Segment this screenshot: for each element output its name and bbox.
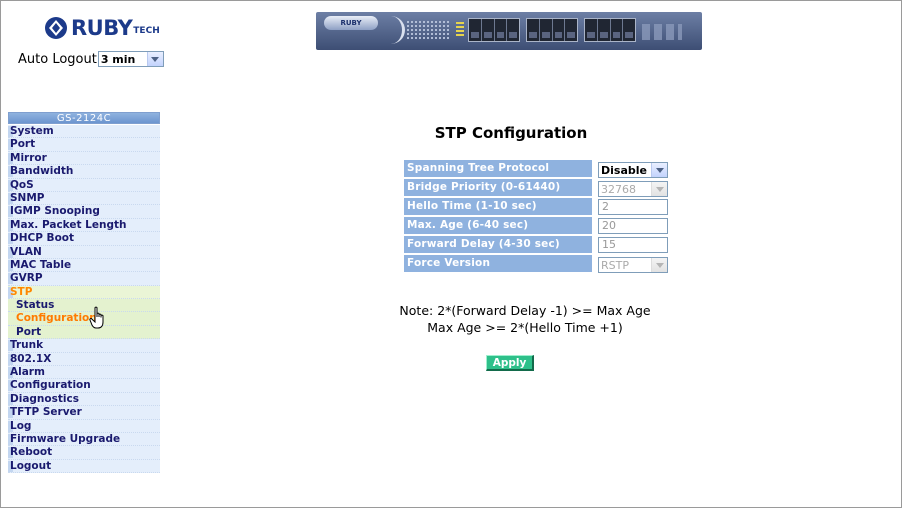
- stp-note: Note: 2*(Forward Delay -1) >= Max Age Ma…: [360, 302, 690, 336]
- note-line-1: Note: 2*(Forward Delay -1) >= Max Age: [399, 303, 651, 318]
- bridge-priority-select[interactable]: 32768: [598, 181, 668, 198]
- row-bridge-priority: Bridge Priority (0-61440) 32768: [404, 179, 668, 198]
- port-group-3: [584, 18, 636, 42]
- page-title: STP Configuration: [434, 124, 588, 142]
- ruby-gem-icon: [45, 17, 67, 39]
- sidebar-item-igmp-snooping[interactable]: IGMP Snooping: [8, 205, 160, 219]
- device-brand-label: RUBY: [324, 16, 378, 30]
- sidebar-item-alarm[interactable]: Alarm: [8, 366, 160, 380]
- sidebar-item-log[interactable]: Log: [8, 419, 160, 433]
- row-force-version: Force Version RSTP: [404, 255, 668, 274]
- sidebar-subitem-stp-configuration[interactable]: Configuration: [8, 312, 160, 326]
- sidebar-item-stp[interactable]: STP: [8, 285, 160, 300]
- auto-logout: Auto Logout 3 min: [18, 51, 164, 67]
- note-line-2: Max Age >= 2*(Hello Time +1): [427, 320, 623, 335]
- chevron-down-icon[interactable]: [651, 258, 667, 273]
- sidebar-item-dhcp-boot[interactable]: DHCP Boot: [8, 232, 160, 246]
- device-arc-decoration: [376, 16, 405, 44]
- sidebar-item-qos[interactable]: QoS: [8, 178, 160, 192]
- sidebar-item-trunk[interactable]: Trunk: [8, 339, 160, 353]
- rubytech-logo: RUBY TECH: [44, 16, 160, 40]
- sidebar-item-tftp-server[interactable]: TFTP Server: [8, 406, 160, 420]
- sidebar-item-reboot[interactable]: Reboot: [8, 446, 160, 460]
- label-forward-delay: Forward Delay (4-30 sec): [404, 236, 592, 253]
- sidebar-menu: GS-2124C System Port Mirror Bandwidth Qo…: [8, 112, 160, 474]
- sidebar-item-vlan[interactable]: VLAN: [8, 245, 160, 259]
- auto-logout-select[interactable]: 3 min: [97, 51, 164, 67]
- stp-enable-select[interactable]: Disable: [598, 162, 668, 179]
- logo-suffix: TECH: [133, 26, 160, 36]
- auto-logout-value: 3 min: [100, 52, 136, 66]
- auto-logout-label: Auto Logout: [18, 51, 97, 67]
- chevron-down-icon[interactable]: [146, 52, 163, 66]
- sidebar-item-firmware-upgrade[interactable]: Firmware Upgrade: [8, 432, 160, 447]
- label-max-age: Max. Age (6-40 sec): [404, 217, 592, 234]
- stp-config-table: Spanning Tree Protocol Disable Bridge Pr…: [404, 160, 668, 274]
- apply-button[interactable]: Apply: [486, 355, 534, 371]
- hello-time-input[interactable]: 2: [598, 198, 668, 215]
- sidebar-subitem-stp-port[interactable]: Port: [8, 325, 160, 340]
- sidebar-device-title: GS-2124C: [8, 112, 160, 124]
- sidebar-item-max-packet-length[interactable]: Max. Packet Length: [8, 218, 160, 233]
- label-force-version: Force Version: [404, 255, 592, 272]
- sidebar-item-logout[interactable]: Logout: [8, 459, 160, 474]
- device-leds: [456, 22, 464, 38]
- force-version-select[interactable]: RSTP: [598, 257, 668, 274]
- port-group-2: [526, 18, 578, 42]
- row-spanning-tree-protocol: Spanning Tree Protocol Disable: [404, 160, 668, 179]
- row-forward-delay: Forward Delay (4-30 sec) 15: [404, 236, 668, 253]
- row-hello-time: Hello Time (1-10 sec) 2: [404, 198, 668, 215]
- hand-pointer-cursor-icon: [89, 306, 104, 329]
- uplink-ports: [642, 24, 682, 40]
- sidebar-item-gvrp[interactable]: GVRP: [8, 272, 160, 286]
- label-bridge-priority: Bridge Priority (0-61440): [404, 179, 592, 196]
- logo-brand: RUBY: [71, 16, 133, 40]
- forward-delay-input[interactable]: 15: [598, 236, 668, 253]
- label-hello-time: Hello Time (1-10 sec): [404, 198, 592, 215]
- sidebar-item-configuration[interactable]: Configuration: [8, 379, 160, 393]
- max-age-input[interactable]: 20: [598, 217, 668, 234]
- chevron-down-icon[interactable]: [651, 182, 667, 197]
- sidebar-item-port[interactable]: Port: [8, 138, 160, 152]
- row-max-age: Max. Age (6-40 sec) 20: [404, 217, 668, 234]
- chevron-down-icon[interactable]: [651, 163, 667, 178]
- sidebar-item-mirror[interactable]: Mirror: [8, 151, 160, 166]
- sidebar-item-mac-table[interactable]: MAC Table: [8, 258, 160, 273]
- sidebar-item-snmp[interactable]: SNMP: [8, 191, 160, 206]
- sidebar-item-bandwidth[interactable]: Bandwidth: [8, 165, 160, 179]
- device-vent-grid: [406, 20, 450, 40]
- sidebar-subitem-stp-status[interactable]: Status: [8, 299, 160, 313]
- sidebar-item-system[interactable]: System: [8, 125, 160, 139]
- port-group-1: [468, 18, 520, 42]
- sidebar-item-8021x[interactable]: 802.1X: [8, 352, 160, 367]
- switch-front-panel-image: RUBY: [316, 12, 702, 50]
- sidebar-item-diagnostics[interactable]: Diagnostics: [8, 392, 160, 407]
- label-spanning-tree-protocol: Spanning Tree Protocol: [404, 160, 592, 177]
